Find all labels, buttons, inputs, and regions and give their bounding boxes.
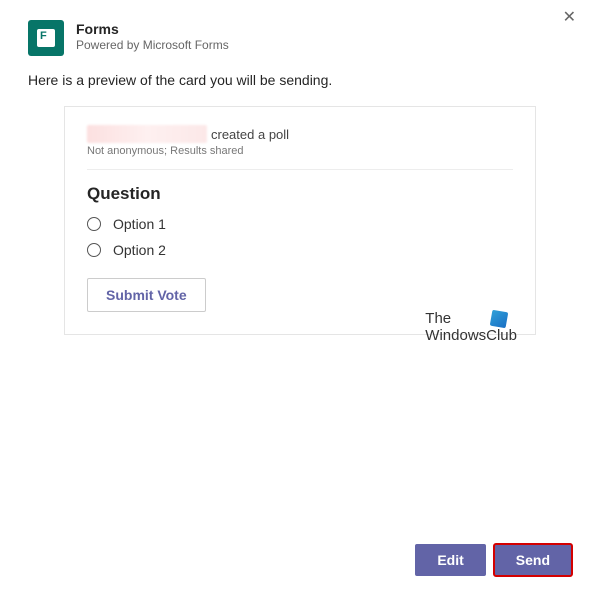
creator-line: created a poll (87, 125, 513, 143)
divider (87, 169, 513, 170)
option-label: Option 2 (113, 242, 166, 258)
radio-icon (87, 217, 101, 231)
poll-preview-card: created a poll Not anonymous; Results sh… (64, 106, 536, 335)
close-icon[interactable]: ✕ (557, 8, 582, 28)
preview-description: Here is a preview of the card you will b… (28, 72, 572, 88)
app-title: Forms (76, 20, 557, 38)
watermark-line2: WindowsClub (425, 328, 517, 345)
dialog-footer: Edit Send (415, 544, 572, 576)
app-subtitle: Powered by Microsoft Forms (76, 38, 557, 54)
send-button[interactable]: Send (494, 544, 572, 576)
creator-suffix: created a poll (211, 127, 289, 142)
radio-icon (87, 243, 101, 257)
forms-preview-dialog: Forms Powered by Microsoft Forms ✕ Here … (0, 0, 600, 355)
poll-meta: Not anonymous; Results shared (87, 145, 513, 157)
watermark-logo-icon (490, 310, 509, 329)
header-text: Forms Powered by Microsoft Forms (76, 20, 557, 54)
forms-app-icon (28, 20, 64, 56)
submit-vote-button[interactable]: Submit Vote (87, 278, 206, 312)
poll-option[interactable]: Option 2 (87, 242, 513, 258)
watermark: The WindowsClub (425, 311, 517, 344)
option-label: Option 1 (113, 216, 166, 232)
edit-button[interactable]: Edit (415, 544, 485, 576)
dialog-header: Forms Powered by Microsoft Forms ✕ (28, 20, 572, 56)
watermark-line1: The (425, 311, 451, 328)
poll-question: Question (87, 184, 513, 204)
creator-name-redacted (87, 125, 207, 143)
poll-option[interactable]: Option 1 (87, 216, 513, 232)
